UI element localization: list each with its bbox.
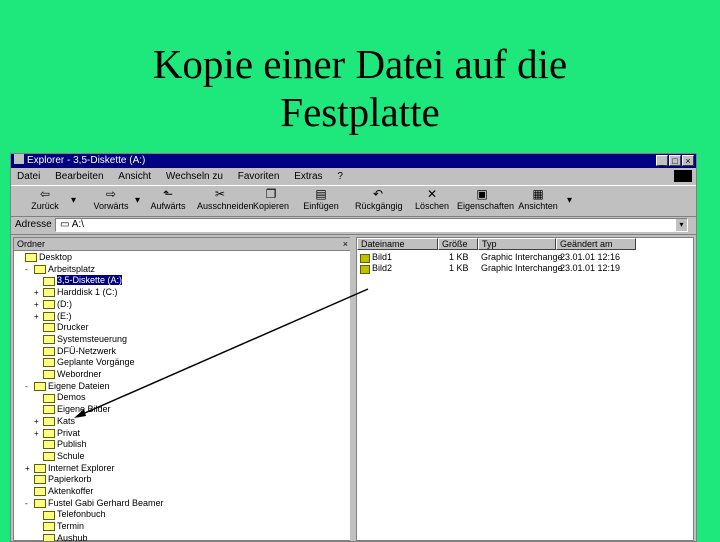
arrow-line xyxy=(77,288,369,417)
arrow-head xyxy=(74,409,86,418)
annotation-arrow xyxy=(74,288,369,418)
